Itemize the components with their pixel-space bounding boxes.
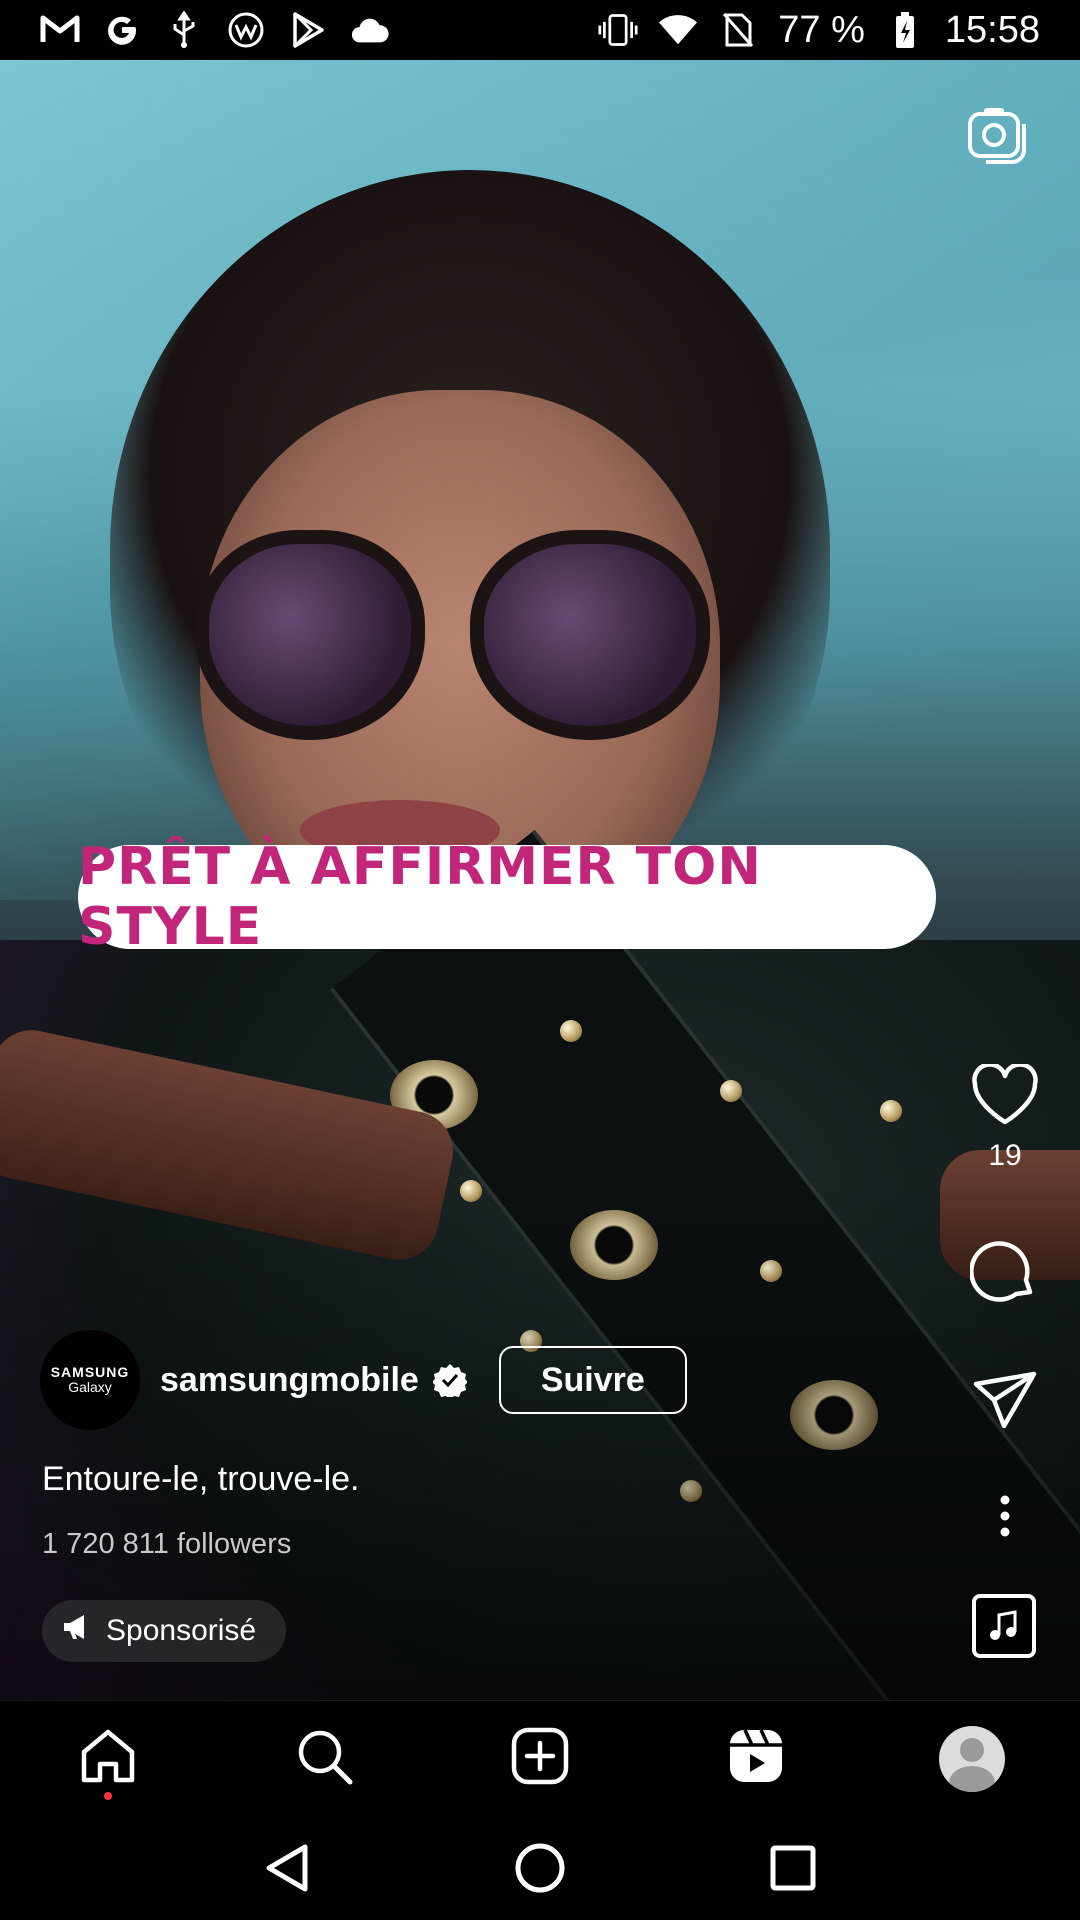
play-store-icon <box>288 10 328 50</box>
tab-profile[interactable] <box>927 1714 1017 1804</box>
more-action[interactable] <box>960 1494 1050 1543</box>
tab-reels[interactable] <box>711 1714 801 1804</box>
create-icon <box>511 1727 569 1790</box>
recents-icon[interactable] <box>753 1828 833 1908</box>
username[interactable]: samsungmobile <box>160 1361 419 1400</box>
comment-action[interactable] <box>960 1234 1050 1309</box>
promo-banner-text: PRÊT À AFFIRMER TON STYLE <box>78 837 762 957</box>
profile-icon <box>939 1725 1005 1792</box>
status-right-icons: 77 % 15:58 <box>598 9 1040 52</box>
status-left-icons <box>40 10 390 50</box>
megaphone-icon <box>62 1613 92 1649</box>
follower-count: 1 720 811 followers <box>42 1528 292 1560</box>
gmail-icon <box>40 10 80 50</box>
video-stud <box>560 1020 582 1042</box>
home-circle-icon[interactable] <box>500 1828 580 1908</box>
video-sunglasses-left <box>195 530 425 740</box>
home-icon <box>78 1726 138 1791</box>
like-action[interactable]: 19 <box>960 1062 1050 1173</box>
heart-icon[interactable] <box>971 1062 1039 1131</box>
vpn-icon <box>226 10 266 50</box>
audio-icon[interactable] <box>972 1594 1036 1658</box>
clock: 15:58 <box>944 8 1040 51</box>
share-icon[interactable] <box>972 1370 1038 1437</box>
caption[interactable]: Entoure-le, trouve-le. <box>42 1460 360 1499</box>
sponsored-label: Sponsorisé <box>106 1614 257 1647</box>
more-icon[interactable] <box>999 1494 1011 1543</box>
avatar-brand-line2: Galaxy <box>68 1379 112 1395</box>
comment-icon[interactable] <box>969 1234 1040 1309</box>
video-sunglasses-right <box>470 530 710 740</box>
camera-icon[interactable] <box>966 104 1030 168</box>
usb-icon <box>164 10 204 50</box>
avatar-brand-line1: SAMSUNG <box>50 1363 130 1380</box>
search-icon <box>294 1726 354 1791</box>
sponsored-badge[interactable]: Sponsorisé <box>42 1600 287 1662</box>
vibrate-icon <box>598 10 638 50</box>
tab-create[interactable] <box>495 1714 585 1804</box>
wifi-icon <box>658 10 698 50</box>
bottom-tab-bar <box>0 1700 1080 1816</box>
like-count: 19 <box>988 1139 1022 1172</box>
notification-dot <box>104 1791 112 1800</box>
verified-icon <box>431 1363 468 1400</box>
cloud-icon <box>350 10 390 50</box>
share-action[interactable] <box>960 1370 1050 1437</box>
tab-search[interactable] <box>279 1714 369 1804</box>
video-stud <box>720 1080 742 1102</box>
video-stud <box>880 1100 902 1122</box>
battery-percent: 77 % <box>778 8 865 51</box>
google-icon <box>102 10 142 50</box>
tab-home[interactable] <box>63 1714 153 1804</box>
status-bar: 77 % 15:58 <box>0 0 1080 60</box>
android-nav-bar <box>0 1816 1080 1920</box>
reels-icon <box>727 1727 785 1790</box>
battery-charging-icon <box>885 10 925 50</box>
back-icon[interactable] <box>247 1828 327 1908</box>
no-sim-icon <box>718 10 758 50</box>
promo-banner: PRÊT À AFFIRMER TON STYLE <box>78 837 936 957</box>
author-row: SAMSUNG Galaxy samsungmobile Suivre <box>40 1330 687 1430</box>
follow-button[interactable]: Suivre <box>498 1346 687 1414</box>
avatar[interactable]: SAMSUNG Galaxy <box>40 1330 140 1430</box>
